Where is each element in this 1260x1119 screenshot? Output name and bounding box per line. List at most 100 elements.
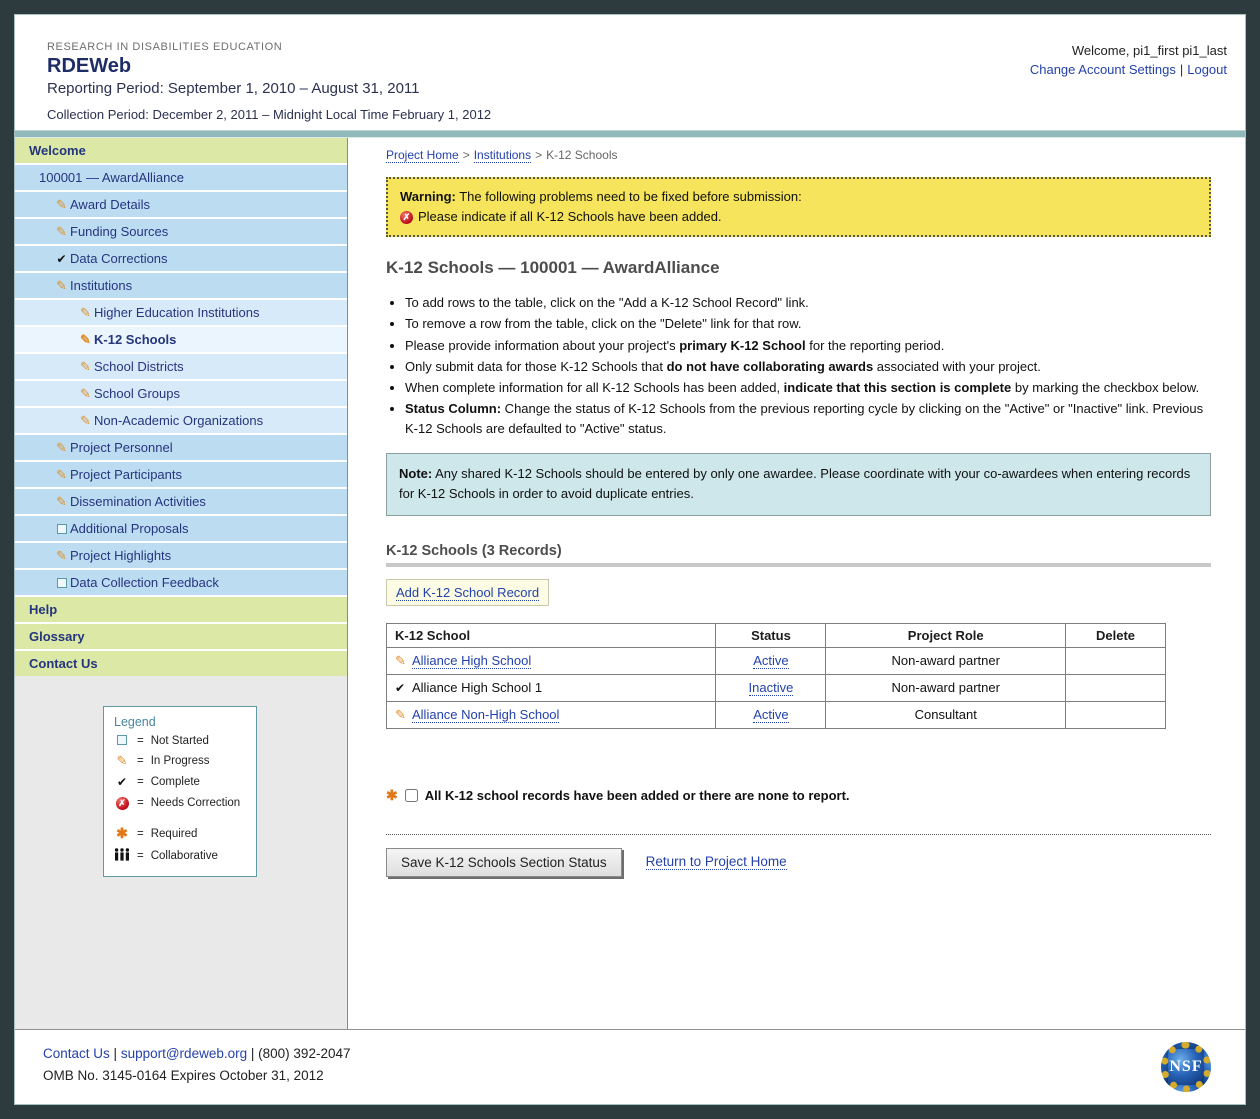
page-footer: Contact Us | support@rdeweb.org | (800) …	[15, 1030, 1245, 1104]
breadcrumb-project-home-link[interactable]: Project Home	[386, 148, 459, 163]
sidebar-item-k12-schools[interactable]: ✎K-12 Schools	[15, 327, 347, 352]
status-toggle-link[interactable]: Active	[753, 653, 788, 669]
status-toggle-link[interactable]: Inactive	[749, 680, 794, 696]
pencil-icon: ✎	[77, 300, 94, 325]
add-record-button[interactable]: Add K-12 School Record	[386, 579, 549, 606]
school-name-link[interactable]: Alliance High School	[412, 653, 531, 669]
note-label: Note:	[399, 466, 432, 481]
breadcrumb-current: K-12 Schools	[546, 148, 617, 162]
sidebar-item-award[interactable]: 100001 — AwardAlliance	[15, 165, 347, 190]
check-icon: ✔	[395, 681, 412, 695]
column-header-role: Project Role	[826, 623, 1066, 647]
sidebar-item-data-corrections[interactable]: ✔Data Corrections	[15, 246, 347, 271]
breadcrumb: Project Home>Institutions>K-12 Schools	[386, 148, 1211, 162]
pencil-icon: ✎	[53, 192, 70, 217]
pencil-icon: ✎	[77, 327, 94, 352]
legend-item-required: ✱=Required	[114, 825, 246, 842]
section-complete-checkbox[interactable]	[405, 789, 418, 802]
sidebar-item-dissemination[interactable]: ✎Dissemination Activities	[15, 489, 347, 514]
required-asterisk-icon: ✱	[386, 787, 398, 804]
project-role-value: Non-award partner	[892, 680, 1000, 695]
project-role-value: Consultant	[915, 707, 977, 722]
footer-contact-us-link[interactable]: Contact Us	[43, 1046, 110, 1061]
header-divider-stripe	[15, 130, 1245, 138]
table-row: ✔Alliance High School 1 Inactive Non-awa…	[387, 674, 1166, 701]
column-header-status: Status	[716, 623, 826, 647]
sidebar-item-institutions[interactable]: ✎Institutions	[15, 273, 347, 298]
error-icon: ✗	[114, 795, 130, 810]
add-record-link[interactable]: Add K-12 School Record	[396, 585, 539, 601]
header-branding: RESEARCH IN DISABILITIES EDUCATION RDEWe…	[47, 41, 491, 127]
link-separator: |	[1180, 62, 1183, 77]
delete-cell	[1066, 701, 1166, 728]
check-icon: ✔	[53, 247, 70, 271]
school-name-text: Alliance High School 1	[412, 680, 542, 695]
sidebar-item-help[interactable]: Help	[15, 597, 347, 622]
required-asterisk-icon: ✱	[114, 825, 130, 842]
collection-period: Collection Period: December 2, 2011 – Mi…	[47, 107, 491, 122]
error-icon: ✗	[400, 211, 413, 224]
warning-banner: Warning: The following problems need to …	[386, 177, 1211, 237]
legend-item-complete: ✔=Complete	[114, 775, 246, 789]
legend-item-collaborative: =Collaborative	[114, 848, 246, 864]
school-name-link[interactable]: Alliance Non-High School	[412, 707, 559, 723]
column-header-delete: Delete	[1066, 623, 1166, 647]
sidebar-nav: Welcome 100001 — AwardAlliance ✎Award De…	[15, 138, 347, 676]
pencil-icon: ✎	[77, 408, 94, 433]
sidebar-item-glossary[interactable]: Glossary	[15, 624, 347, 649]
footer-text: Contact Us | support@rdeweb.org | (800) …	[43, 1046, 350, 1104]
pencil-icon: ✎	[53, 462, 70, 487]
pencil-icon: ✎	[53, 273, 70, 298]
pencil-icon: ✎	[53, 489, 70, 514]
actions-divider	[386, 834, 1211, 835]
status-toggle-link[interactable]: Active	[753, 707, 788, 723]
instruction-bullet: Only submit data for those K-12 Schools …	[405, 357, 1211, 377]
omb-notice: OMB No. 3145-0164 Expires October 31, 20…	[43, 1068, 350, 1083]
legend-item-in-progress: ✎=In Progress	[114, 753, 246, 769]
pencil-icon: ✎	[53, 543, 70, 568]
instruction-bullet: Status Column: Change the status of K-12…	[405, 399, 1211, 439]
sidebar-item-school-districts[interactable]: ✎School Districts	[15, 354, 347, 379]
project-role-value: Non-award partner	[892, 653, 1000, 668]
pencil-icon: ✎	[53, 435, 70, 460]
sidebar-item-project-participants[interactable]: ✎Project Participants	[15, 462, 347, 487]
sidebar-item-school-groups[interactable]: ✎School Groups	[15, 381, 347, 406]
pencil-icon: ✎	[77, 381, 94, 406]
sidebar-item-additional-proposals[interactable]: Additional Proposals	[15, 516, 347, 541]
records-section-heading: K-12 Schools (3 Records)	[386, 543, 1211, 559]
main-content: Project Home>Institutions>K-12 Schools W…	[348, 138, 1245, 1029]
actions-row: Save K-12 Schools Section Status Return …	[386, 848, 1211, 877]
sidebar-item-contact-us[interactable]: Contact Us	[15, 651, 347, 676]
return-to-project-home-link[interactable]: Return to Project Home	[646, 854, 787, 870]
change-account-settings-link[interactable]: Change Account Settings	[1030, 62, 1176, 77]
pencil-icon: ✎	[114, 753, 130, 769]
sidebar-item-higher-ed[interactable]: ✎Higher Education Institutions	[15, 300, 347, 325]
people-icon	[114, 848, 130, 864]
legend-item-not-started: =Not Started	[114, 735, 246, 747]
warning-item-text: Please indicate if all K-12 Schools have…	[418, 207, 722, 227]
instruction-bullet: When complete information for all K-12 S…	[405, 378, 1211, 398]
sidebar-item-non-academic[interactable]: ✎Non-Academic Organizations	[15, 408, 347, 433]
section-complete-label: All K-12 school records have been added …	[425, 788, 850, 803]
check-icon: ✔	[114, 775, 130, 789]
reporting-period: Reporting Period: September 1, 2010 – Au…	[47, 80, 491, 97]
breadcrumb-institutions-link[interactable]: Institutions	[474, 148, 531, 163]
not-started-checkbox-icon	[53, 516, 70, 541]
sidebar-item-funding-sources[interactable]: ✎Funding Sources	[15, 219, 347, 244]
save-section-status-button[interactable]: Save K-12 Schools Section Status	[386, 848, 622, 877]
records-heading-rule	[386, 563, 1211, 567]
logout-link[interactable]: Logout	[1187, 62, 1227, 77]
sidebar-item-project-highlights[interactable]: ✎Project Highlights	[15, 543, 347, 568]
sidebar-item-award-details[interactable]: ✎Award Details	[15, 192, 347, 217]
column-header-school: K-12 School	[387, 623, 716, 647]
welcome-text: Welcome, pi1_first pi1_last	[1030, 43, 1227, 58]
nsf-logo: NSF	[1161, 1042, 1211, 1092]
warning-label: Warning:	[400, 189, 456, 204]
sidebar-item-welcome[interactable]: Welcome	[15, 138, 347, 163]
account-area: Welcome, pi1_first pi1_last Change Accou…	[1030, 41, 1227, 127]
pencil-icon: ✎	[395, 707, 412, 723]
sidebar-item-data-collection-feedback[interactable]: Data Collection Feedback	[15, 570, 347, 595]
delete-cell	[1066, 647, 1166, 674]
sidebar-item-project-personnel[interactable]: ✎Project Personnel	[15, 435, 347, 460]
footer-email-link[interactable]: support@rdeweb.org	[121, 1046, 247, 1061]
